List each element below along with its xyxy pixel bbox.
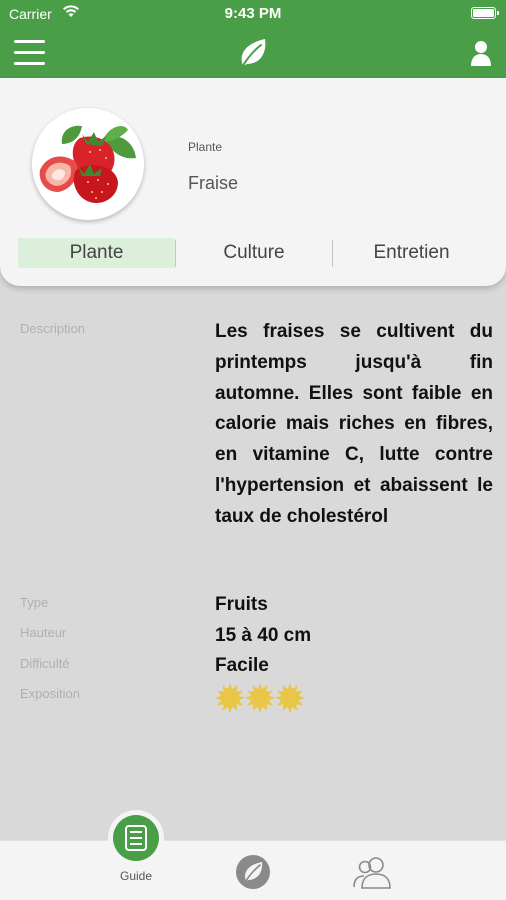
tab-culture[interactable]: Culture bbox=[176, 238, 332, 268]
description-label: Description bbox=[20, 321, 86, 336]
tab-bar: Plante Culture Entretien bbox=[18, 238, 490, 268]
difficulty-label: Difficulté bbox=[20, 656, 70, 671]
strawberry-image bbox=[32, 108, 144, 220]
plants-tab-leaf-icon[interactable] bbox=[235, 854, 271, 890]
sun-icon bbox=[275, 683, 305, 713]
exposure-label: Exposition bbox=[20, 686, 80, 701]
height-value: 15 à 40 cm bbox=[215, 625, 312, 646]
guide-tab-label[interactable]: Guide bbox=[106, 869, 166, 883]
clock: 9:43 PM bbox=[224, 5, 282, 22]
tab-plante[interactable]: Plante bbox=[18, 238, 175, 268]
hamburger-icon[interactable] bbox=[14, 40, 45, 65]
community-tab-users-icon[interactable] bbox=[352, 855, 392, 889]
list-icon bbox=[125, 825, 147, 851]
plant-header-card: Plante Fraise Plante Culture Entretien bbox=[0, 78, 506, 286]
sun-icon bbox=[215, 683, 245, 713]
type-label: Type bbox=[20, 595, 49, 610]
battery-icon bbox=[471, 7, 499, 19]
leaf-icon bbox=[237, 36, 269, 70]
plant-name: Fraise bbox=[188, 173, 239, 193]
sun-icon bbox=[245, 683, 275, 713]
exposure-sun-rating bbox=[214, 682, 305, 714]
user-icon[interactable] bbox=[470, 40, 492, 66]
nav-bar bbox=[0, 28, 506, 78]
tab-entretien[interactable]: Entretien bbox=[333, 238, 490, 268]
plant-kind-label: Plante bbox=[188, 140, 223, 154]
type-value: Fruits bbox=[215, 594, 268, 615]
status-bar: Carrier 9:43 PM bbox=[0, 0, 506, 28]
guide-tab-button[interactable] bbox=[113, 815, 159, 861]
difficulty-value: Facile bbox=[215, 655, 269, 676]
height-label: Hauteur bbox=[20, 625, 67, 640]
description-text: Les fraises se cultivent du printemps ju… bbox=[215, 321, 493, 527]
